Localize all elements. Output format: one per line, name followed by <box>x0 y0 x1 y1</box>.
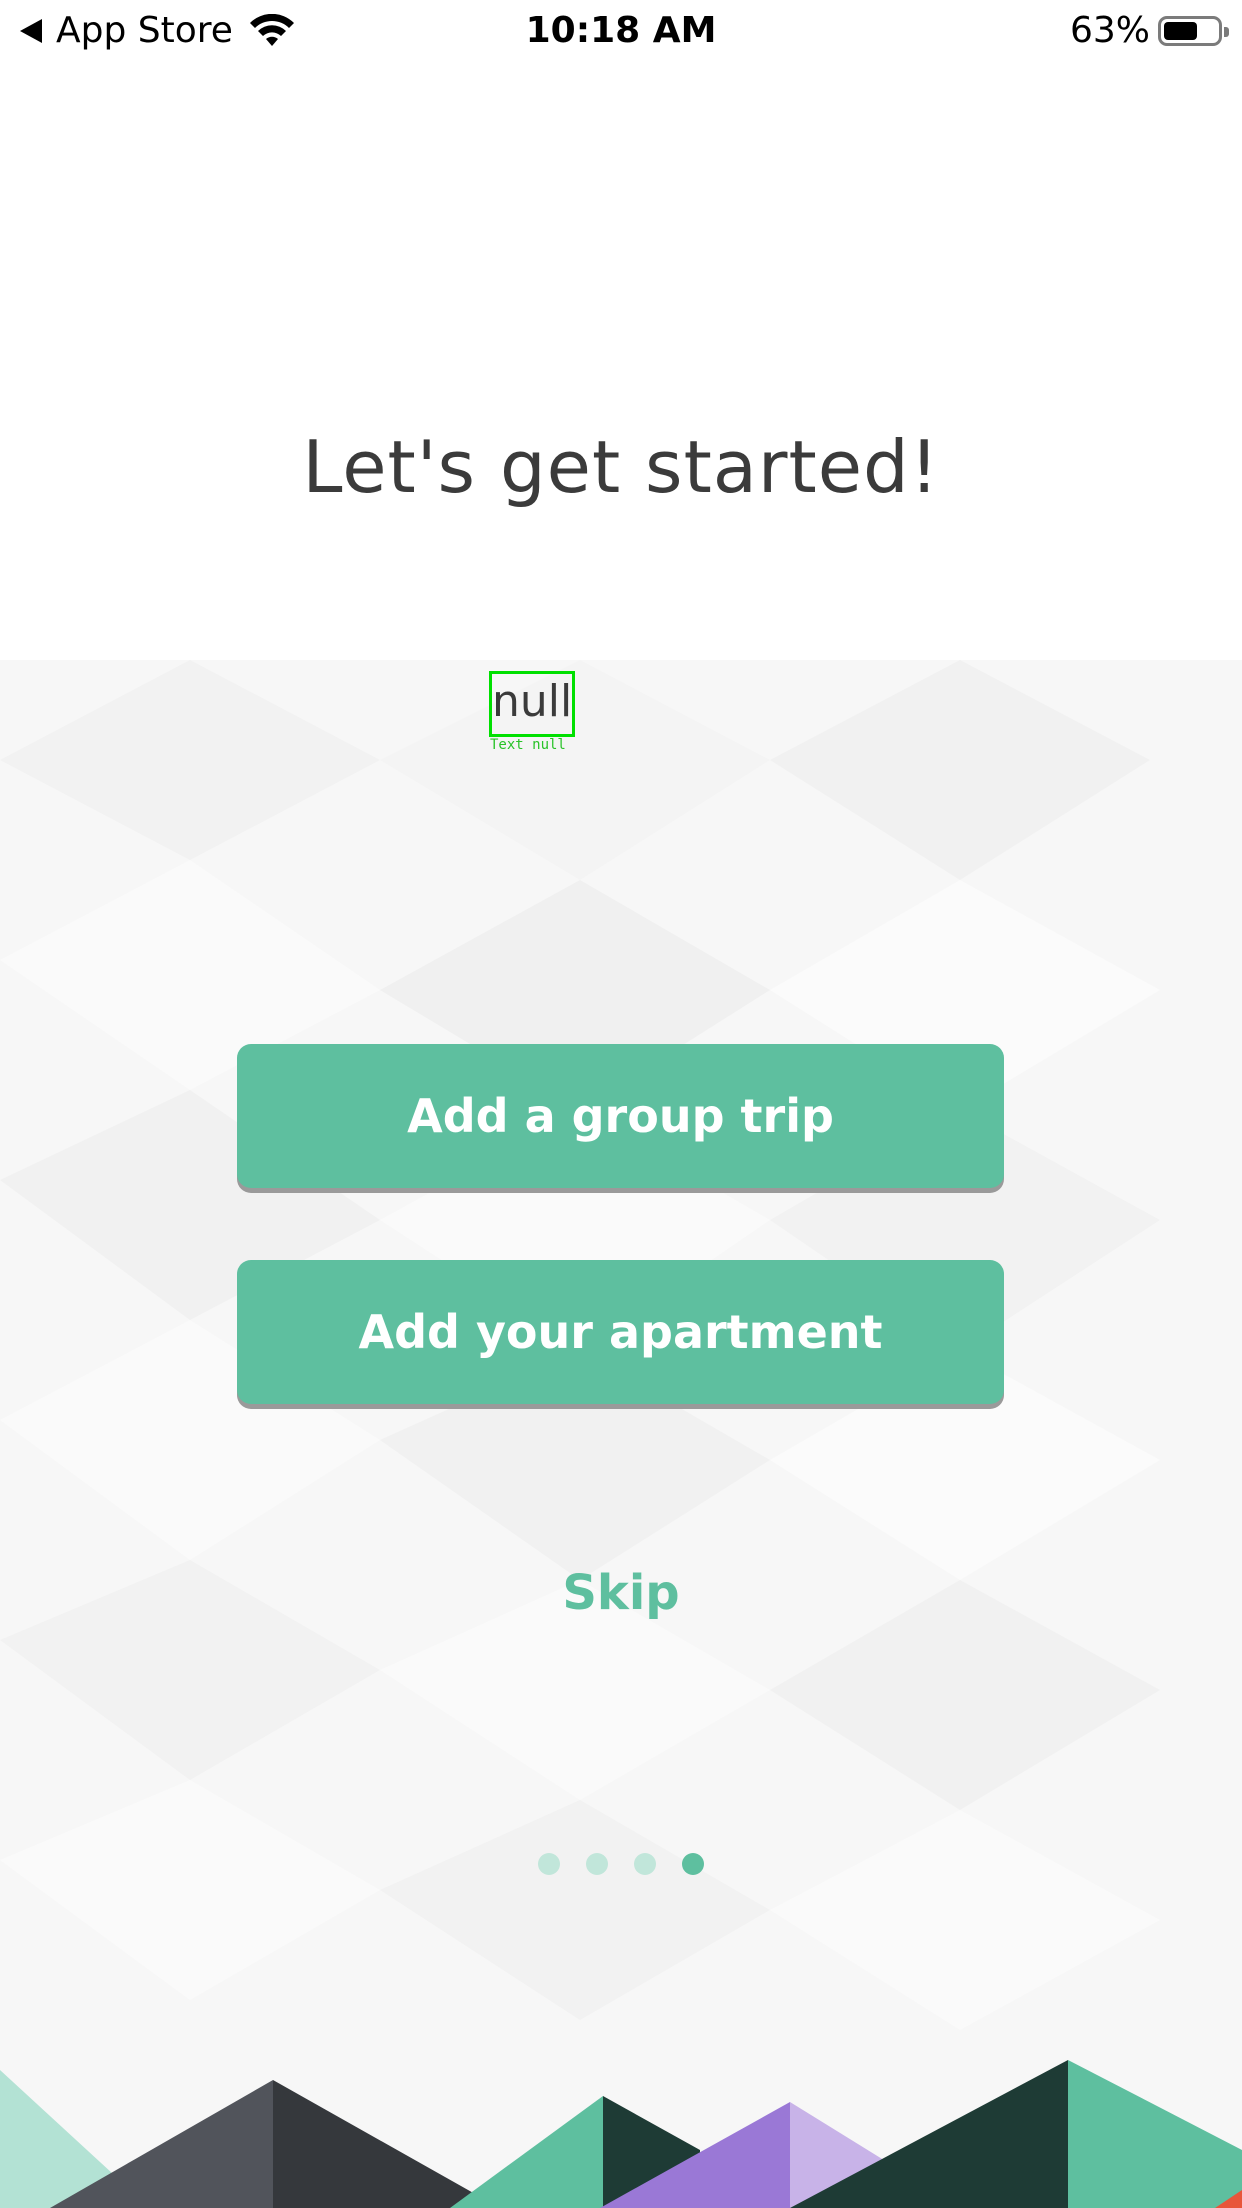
battery-percent: 63% <box>1069 10 1150 51</box>
page-title: Let's get started! <box>302 425 940 509</box>
mountains-decoration <box>0 2060 1242 2208</box>
debug-null-caption: Text null <box>490 737 566 753</box>
battery-icon <box>1158 15 1229 46</box>
pagination-dot[interactable] <box>682 1853 704 1875</box>
add-group-trip-button[interactable]: Add a group trip <box>237 1044 1004 1188</box>
status-time: 10:18 AM <box>525 10 717 51</box>
battery-nub <box>1224 26 1229 37</box>
battery-status: 63% <box>1069 10 1229 51</box>
pagination-dot[interactable] <box>538 1853 560 1875</box>
skip-button[interactable]: Skip <box>0 1565 1242 1621</box>
pagination-dot[interactable] <box>634 1853 656 1875</box>
battery-fill <box>1164 21 1197 40</box>
debug-null-label: null <box>489 671 575 737</box>
pagination-dots <box>0 1853 1242 1875</box>
status-bar: App Store 10:18 AM 63% <box>0 0 1242 64</box>
add-apartment-button[interactable]: Add your apartment <box>237 1260 1004 1404</box>
pagination-dot[interactable] <box>586 1853 608 1875</box>
background-pattern <box>0 660 1242 2208</box>
